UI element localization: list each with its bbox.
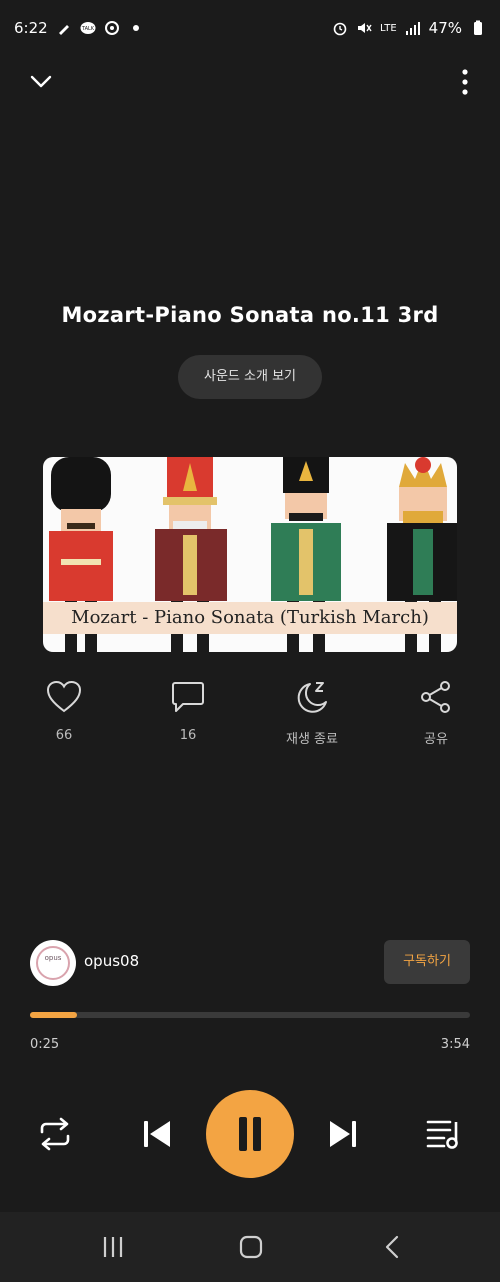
gear-icon xyxy=(104,21,119,35)
like-count: 66 xyxy=(55,728,73,743)
status-time: 6:22 xyxy=(14,19,48,37)
dot-icon xyxy=(132,25,139,31)
home-icon[interactable] xyxy=(238,1234,264,1260)
talk-icon: TALK xyxy=(80,22,96,34)
share-label: 공유 xyxy=(424,732,448,747)
chevron-down-icon[interactable] xyxy=(28,68,54,94)
channel-row: opus opus08 구독하기 xyxy=(30,940,470,986)
artwork-caption: Mozart - Piano Sonata (Turkish March) xyxy=(71,607,429,628)
sleep-timer-icon xyxy=(297,682,327,713)
sound-intro-button[interactable]: 사운드 소개 보기 xyxy=(178,355,322,399)
more-vertical-icon[interactable] xyxy=(460,68,470,96)
total-time: 3:54 xyxy=(440,1037,470,1052)
repeat-icon[interactable] xyxy=(36,1116,74,1152)
avatar-ring xyxy=(36,946,70,980)
pause-button[interactable] xyxy=(206,1090,294,1178)
playlist-icon[interactable] xyxy=(426,1118,462,1150)
avatar[interactable]: opus xyxy=(30,940,76,986)
progress-fill xyxy=(30,1012,78,1018)
back-icon[interactable] xyxy=(380,1234,406,1260)
subscribe-button[interactable]: 구독하기 xyxy=(384,940,470,984)
skip-next-icon[interactable] xyxy=(328,1118,358,1150)
share-icon xyxy=(421,681,450,713)
recents-icon[interactable] xyxy=(100,1234,126,1260)
share-action[interactable]: 공유 xyxy=(396,680,476,747)
sleep-timer-label: 재생 종료 xyxy=(286,732,338,747)
battery-icon xyxy=(474,20,482,35)
track-title: Mozart-Piano Sonata no.11 3rd xyxy=(61,303,439,327)
comment-icon xyxy=(172,682,204,712)
elapsed-time: 0:25 xyxy=(30,1037,60,1052)
heart-icon xyxy=(46,680,82,713)
battery-percent: 47% xyxy=(428,19,462,37)
svg-text:TALK: TALK xyxy=(81,26,95,32)
system-navigation-bar xyxy=(0,1212,500,1282)
mute-icon xyxy=(358,23,372,33)
status-bar: 6:22 TALK LTE 47% xyxy=(0,0,500,58)
sleep-timer-action[interactable]: 재생 종료 xyxy=(272,680,352,747)
signal-icon xyxy=(405,22,420,35)
like-action[interactable]: 66 xyxy=(24,680,104,743)
avatar-text: opus xyxy=(44,954,62,962)
progress-bar[interactable] xyxy=(30,1012,470,1018)
comment-action[interactable]: 16 xyxy=(148,680,228,743)
pause-icon xyxy=(239,1117,261,1151)
alarm-icon xyxy=(333,22,347,36)
top-bar xyxy=(0,58,500,108)
skip-previous-icon[interactable] xyxy=(142,1118,172,1150)
action-row: 66 16 재생 종료 공유 xyxy=(0,680,500,750)
network-type: LTE xyxy=(380,22,397,34)
channel-name[interactable]: opus08 xyxy=(84,952,139,970)
comment-count: 16 xyxy=(179,728,197,743)
album-artwork: Mozart - Piano Sonata (Turkish March) xyxy=(43,457,457,652)
pen-icon xyxy=(58,25,69,35)
